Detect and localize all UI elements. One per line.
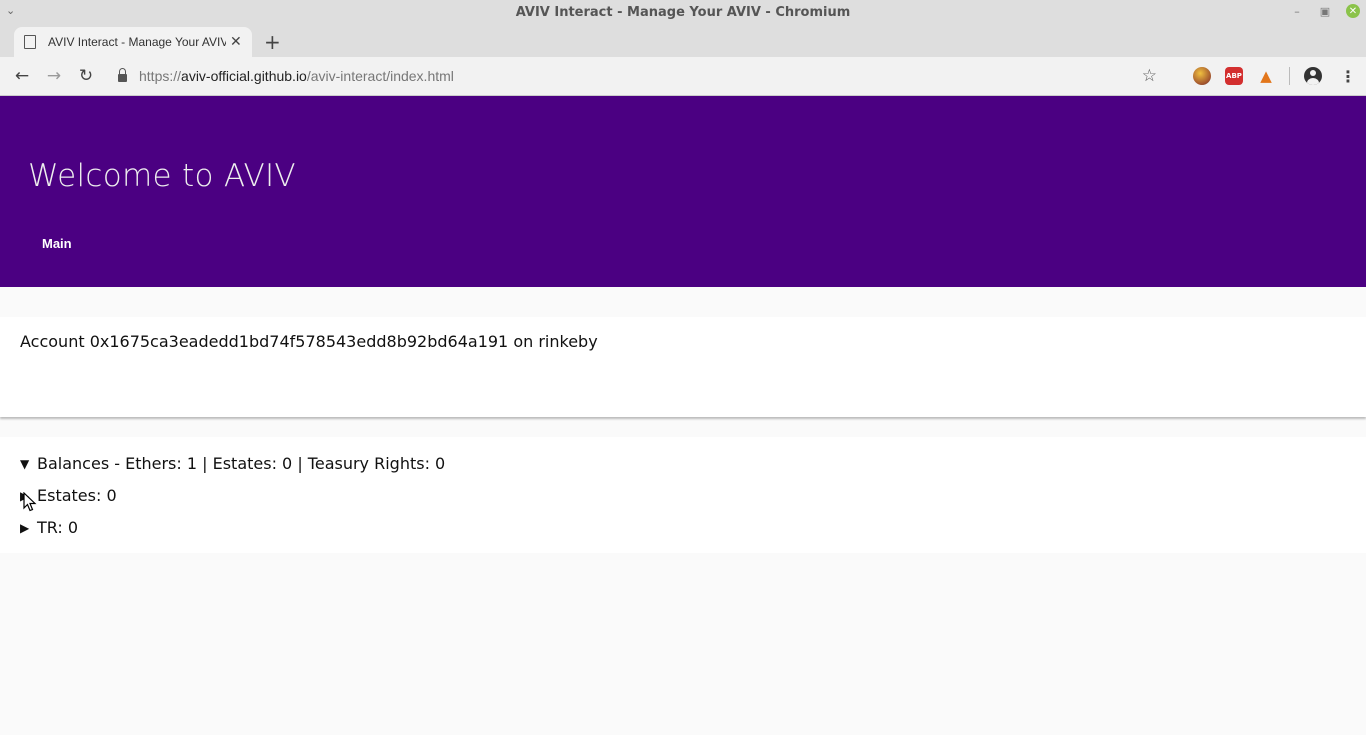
account-info: Account 0x1675ca3eadedd1bd74f578543edd8b… bbox=[20, 332, 598, 351]
estates-summary-text: Estates: 0 bbox=[37, 486, 117, 505]
metamask-fox-icon[interactable]: ▲ bbox=[1257, 67, 1275, 85]
profile-avatar-icon[interactable] bbox=[1304, 67, 1322, 85]
bookmark-star-icon[interactable]: ☆ bbox=[1142, 66, 1157, 86]
hero-banner: Welcome to AVIV Main bbox=[0, 96, 1366, 287]
tab-title: AVIV Interact - Manage Your AVIV bbox=[48, 35, 226, 49]
forward-icon[interactable]: → bbox=[42, 64, 66, 88]
back-icon[interactable]: ← bbox=[10, 64, 34, 88]
close-window-icon[interactable]: ✕ bbox=[1346, 4, 1360, 18]
tab-strip: AVIV Interact - Manage Your AVIV ✕ + bbox=[0, 25, 1366, 57]
window-title: AVIV Interact - Manage Your AVIV - Chrom… bbox=[515, 5, 851, 20]
url-text[interactable]: https://aviv-official.github.io/aviv-int… bbox=[139, 68, 454, 84]
window-controls: – ▣ ✕ bbox=[1290, 4, 1360, 18]
url-path: /aviv-interact/index.html bbox=[306, 68, 454, 84]
url-scheme: https:// bbox=[139, 68, 182, 84]
toolbar-divider bbox=[1289, 67, 1290, 85]
reload-icon[interactable]: ↻ bbox=[74, 64, 98, 88]
browser-tab[interactable]: AVIV Interact - Manage Your AVIV ✕ bbox=[14, 27, 252, 57]
nav-link-main[interactable]: Main bbox=[42, 236, 72, 251]
expanded-triangle-icon: ▼ bbox=[20, 456, 30, 471]
restore-icon[interactable]: ▣ bbox=[1318, 4, 1332, 18]
window-titlebar: ⌄ AVIV Interact - Manage Your AVIV - Chr… bbox=[0, 0, 1366, 25]
page-title: Welcome to AVIV bbox=[28, 158, 296, 194]
balances-card: ▼ Balances - Ethers: 1 | Estates: 0 | Te… bbox=[0, 437, 1366, 553]
balances-summary-text: Balances - Ethers: 1 | Estates: 0 | Teas… bbox=[37, 454, 446, 473]
window-menu-icon[interactable]: ⌄ bbox=[6, 4, 15, 17]
tab-close-icon[interactable]: ✕ bbox=[230, 34, 242, 50]
chrome-menu-icon[interactable]: ⋮ bbox=[1340, 67, 1356, 86]
minimize-icon[interactable]: – bbox=[1290, 4, 1304, 18]
balances-summary[interactable]: ▼ Balances - Ethers: 1 | Estates: 0 | Te… bbox=[20, 454, 445, 473]
collapsed-triangle-icon: ▶ bbox=[20, 520, 30, 535]
adblock-plus-icon[interactable]: ABP bbox=[1225, 67, 1243, 85]
page-content: Welcome to AVIV Main Account 0x1675ca3ea… bbox=[0, 96, 1366, 735]
extension-ball-icon[interactable] bbox=[1193, 67, 1211, 85]
account-card: Account 0x1675ca3eadedd1bd74f578543edd8b… bbox=[0, 317, 1366, 417]
lock-icon[interactable] bbox=[118, 68, 127, 82]
tr-summary[interactable]: ▶ TR: 0 bbox=[20, 518, 78, 537]
tr-summary-text: TR: 0 bbox=[37, 518, 79, 537]
url-host: aviv-official.github.io bbox=[181, 68, 307, 84]
page-icon bbox=[24, 35, 36, 49]
new-tab-icon[interactable]: + bbox=[264, 32, 281, 52]
address-bar[interactable]: https://aviv-official.github.io/aviv-int… bbox=[118, 62, 1142, 90]
browser-toolbar: ← → ↻ https://aviv-official.github.io/av… bbox=[0, 57, 1366, 96]
